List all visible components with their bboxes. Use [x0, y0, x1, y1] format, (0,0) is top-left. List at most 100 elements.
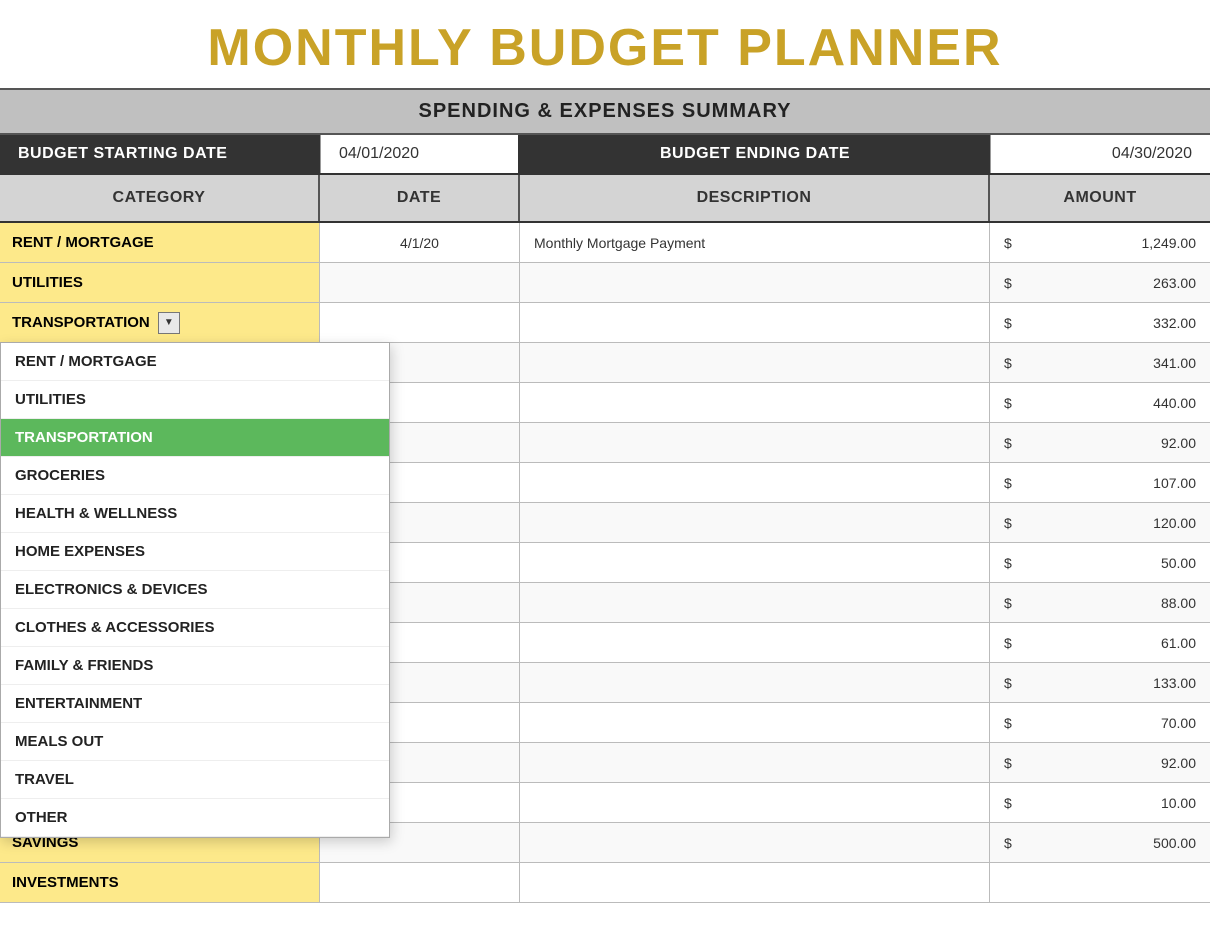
description-cell [520, 423, 990, 462]
description-cell [520, 343, 990, 382]
amount-value: 263.00 [1153, 275, 1196, 291]
date-cell: 4/1/20 [320, 223, 520, 262]
category-cell: UTILITIES [0, 263, 320, 302]
table-row: UTILITIES $263.00 [0, 263, 1210, 303]
dropdown-item[interactable]: GROCERIES [1, 457, 389, 495]
dropdown-item[interactable]: ENTERTAINMENT [1, 685, 389, 723]
amount-cell [990, 863, 1210, 902]
amount-cell: $10.00 [990, 783, 1210, 822]
amount-cell: $120.00 [990, 503, 1210, 542]
category-cell: RENT / MORTGAGE [0, 223, 320, 262]
amount-cell: $341.00 [990, 343, 1210, 382]
dollar-sign: $ [1004, 635, 1012, 651]
description-cell [520, 863, 990, 902]
dropdown-item[interactable]: UTILITIES [1, 381, 389, 419]
dollar-sign: $ [1004, 835, 1012, 851]
dropdown-arrow-button[interactable]: ▼ [158, 312, 180, 334]
amount-value: 92.00 [1161, 755, 1196, 771]
header-date: DATE [320, 175, 520, 221]
description-cell [520, 783, 990, 822]
date-cell [320, 303, 520, 342]
amount-value: 10.00 [1161, 795, 1196, 811]
table-row: INVESTMENTS [0, 863, 1210, 903]
dropdown-item[interactable]: CLOTHES & ACCESSORIES [1, 609, 389, 647]
dollar-sign: $ [1004, 555, 1012, 571]
dropdown-item[interactable]: TRAVEL [1, 761, 389, 799]
amount-cell: $70.00 [990, 703, 1210, 742]
dropdown-item[interactable]: HOME EXPENSES [1, 533, 389, 571]
amount-cell: $133.00 [990, 663, 1210, 702]
amount-cell: $92.00 [990, 423, 1210, 462]
dropdown-item[interactable]: OTHER [1, 799, 389, 837]
description-cell [520, 263, 990, 302]
dollar-sign: $ [1004, 515, 1012, 531]
amount-value: 50.00 [1161, 555, 1196, 571]
amount-value: 133.00 [1153, 675, 1196, 691]
dollar-sign: $ [1004, 435, 1012, 451]
date-cell [320, 263, 520, 302]
dropdown-item[interactable]: HEALTH & WELLNESS [1, 495, 389, 533]
amount-cell: $332.00 [990, 303, 1210, 342]
amount-cell: $61.00 [990, 623, 1210, 662]
category-dropdown[interactable]: RENT / MORTGAGEUTILITIESTRANSPORTATIONGR… [0, 342, 390, 838]
amount-value: 341.00 [1153, 355, 1196, 371]
dollar-sign: $ [1004, 235, 1012, 251]
description-cell [520, 703, 990, 742]
amount-cell: $50.00 [990, 543, 1210, 582]
category-cell: TRANSPORTATION▼RENT / MORTGAGEUTILITIEST… [0, 303, 320, 342]
amount-cell: $1,249.00 [990, 223, 1210, 262]
table-row: TRANSPORTATION▼RENT / MORTGAGEUTILITIEST… [0, 303, 1210, 343]
dropdown-item[interactable]: MEALS OUT [1, 723, 389, 761]
header-category: CATEGORY [0, 175, 320, 221]
table-body: RENT / MORTGAGE4/1/20Monthly Mortgage Pa… [0, 223, 1210, 903]
dollar-sign: $ [1004, 595, 1012, 611]
amount-cell: $500.00 [990, 823, 1210, 862]
description-cell [520, 583, 990, 622]
amount-value: 70.00 [1161, 715, 1196, 731]
category-text: TRANSPORTATION [12, 314, 150, 331]
description-cell [520, 823, 990, 862]
description-cell [520, 543, 990, 582]
dollar-sign: $ [1004, 395, 1012, 411]
dollar-sign: $ [1004, 475, 1012, 491]
amount-value: 107.00 [1153, 475, 1196, 491]
dollar-sign: $ [1004, 675, 1012, 691]
table-header-row: CATEGORY DATE DESCRIPTION AMOUNT [0, 175, 1210, 223]
amount-value: 88.00 [1161, 595, 1196, 611]
amount-value: 120.00 [1153, 515, 1196, 531]
description-cell [520, 503, 990, 542]
description-cell [520, 383, 990, 422]
amount-cell: $88.00 [990, 583, 1210, 622]
table-row: RENT / MORTGAGE4/1/20Monthly Mortgage Pa… [0, 223, 1210, 263]
amount-value: 61.00 [1161, 635, 1196, 651]
description-cell: Monthly Mortgage Payment [520, 223, 990, 262]
category-cell: INVESTMENTS [0, 863, 320, 902]
amount-cell: $263.00 [990, 263, 1210, 302]
dropdown-item[interactable]: RENT / MORTGAGE [1, 343, 389, 381]
description-cell [520, 623, 990, 662]
amount-value: 500.00 [1153, 835, 1196, 851]
page-title: MONTHLY BUDGET PLANNER [0, 0, 1210, 88]
subtitle-bar: SPENDING & EXPENSES SUMMARY [0, 88, 1210, 135]
amount-cell: $92.00 [990, 743, 1210, 782]
dropdown-item[interactable]: FAMILY & FRIENDS [1, 647, 389, 685]
dollar-sign: $ [1004, 275, 1012, 291]
dropdown-item[interactable]: TRANSPORTATION [1, 419, 389, 457]
budget-start-label: BUDGET STARTING DATE [0, 135, 320, 173]
amount-cell: $107.00 [990, 463, 1210, 502]
date-cell [320, 863, 520, 902]
dropdown-item[interactable]: ELECTRONICS & DEVICES [1, 571, 389, 609]
description-cell [520, 303, 990, 342]
amount-cell: $440.00 [990, 383, 1210, 422]
dollar-sign: $ [1004, 355, 1012, 371]
dollar-sign: $ [1004, 755, 1012, 771]
description-cell [520, 663, 990, 702]
description-cell [520, 463, 990, 502]
dollar-sign: $ [1004, 795, 1012, 811]
dollar-sign: $ [1004, 715, 1012, 731]
amount-value: 92.00 [1161, 435, 1196, 451]
budget-dates-row: BUDGET STARTING DATE 04/01/2020 BUDGET E… [0, 135, 1210, 175]
budget-start-value: 04/01/2020 [320, 135, 520, 173]
amount-value: 440.00 [1153, 395, 1196, 411]
budget-end-label: BUDGET ENDING DATE [520, 135, 990, 173]
